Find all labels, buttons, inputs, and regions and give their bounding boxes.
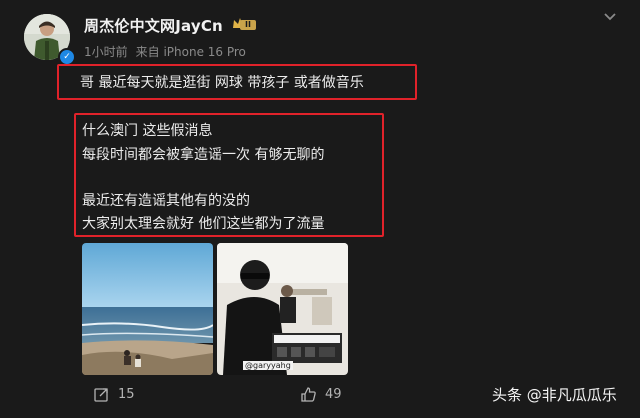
post-line-1: 哥 最近每天就是逛街 网球 带孩子 或者做音乐 — [80, 75, 364, 91]
level-badge: II — [240, 20, 256, 30]
like-button[interactable]: 49 — [300, 386, 342, 403]
chevron-down-icon[interactable] — [600, 10, 620, 24]
post-meta: 1小时前 来自 iPhone 16 Pro — [84, 43, 246, 60]
repost-count: 15 — [118, 387, 135, 402]
thumbs-up-icon — [301, 387, 316, 402]
post-line-5: 大家别太理会就好 他们这些都为了流量 — [82, 216, 325, 232]
username[interactable]: 周杰伦中文网JayCn — [84, 15, 223, 36]
share-icon — [94, 388, 108, 402]
post-line-3: 每段时间都会被拿造谣一次 有够无聊的 — [82, 147, 325, 163]
post-line-2: 什么澳门 这些假消息 — [82, 123, 213, 139]
post-image-beach[interactable] — [82, 243, 213, 375]
image-watermark: @garyyahg — [243, 361, 293, 370]
post-source[interactable]: 来自 iPhone 16 Pro — [136, 43, 246, 60]
watermark-text: 头条 @非凡瓜瓜乐 — [492, 386, 617, 404]
post-time: 1小时前 — [84, 45, 128, 59]
like-count: 49 — [325, 387, 342, 402]
post-image-studio[interactable]: @garyyahg — [217, 243, 348, 375]
source-watermark: 头条 @非凡瓜瓜乐 — [492, 384, 617, 405]
repost-button[interactable]: 15 — [93, 386, 135, 403]
post-line-4: 最近还有造谣其他有的没的 — [82, 193, 250, 209]
